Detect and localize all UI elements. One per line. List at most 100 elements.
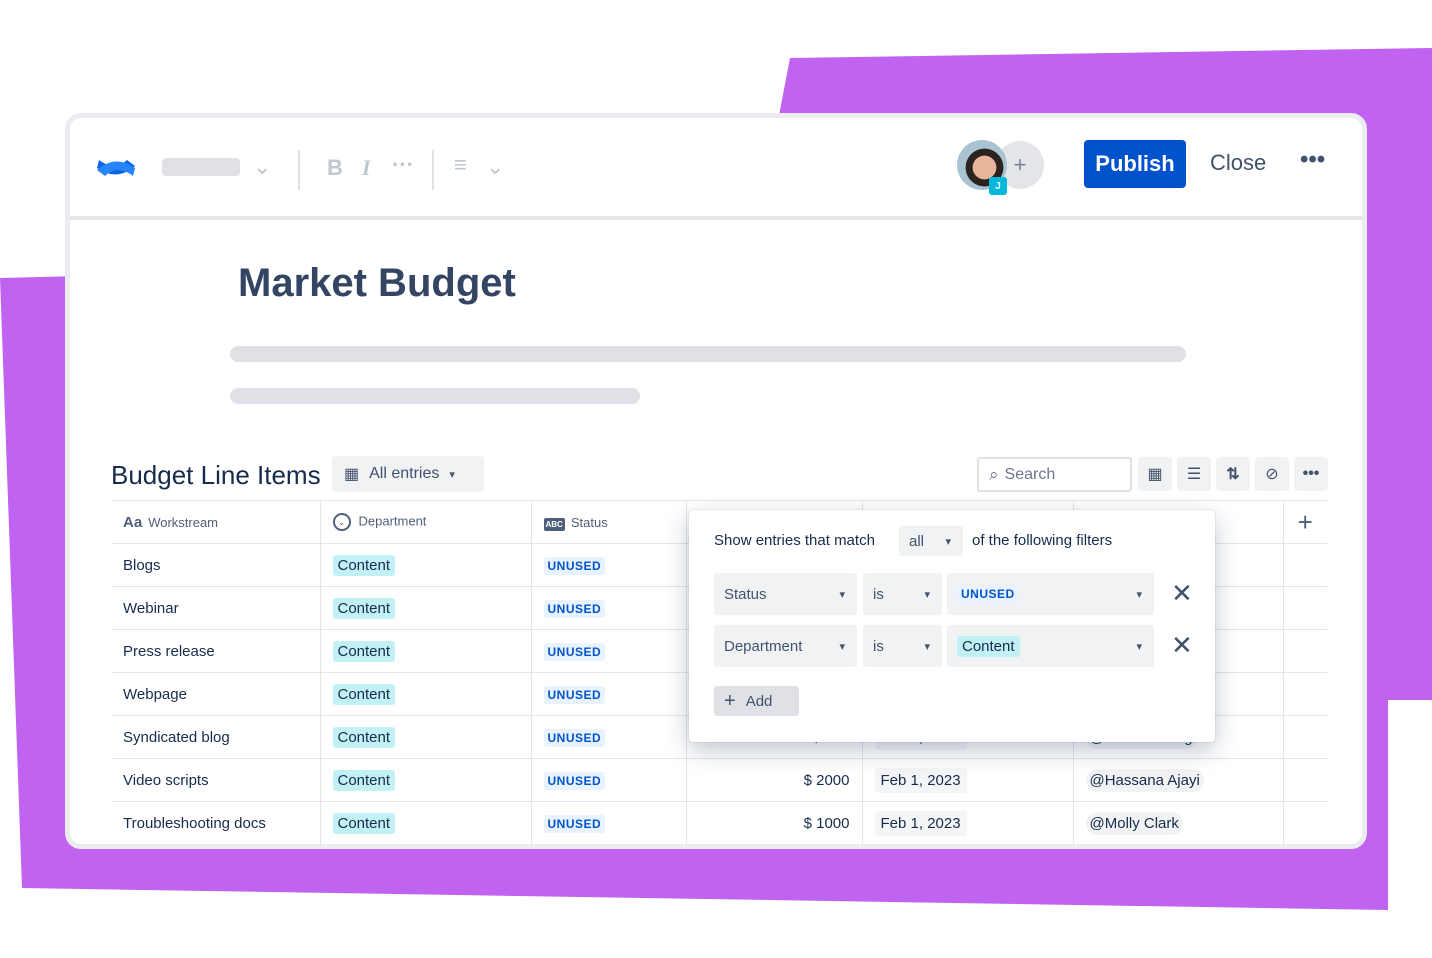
remove-filter-icon[interactable]: ✕ (1171, 630, 1193, 661)
budget-cell[interactable]: $ 1000 (685, 801, 863, 844)
department-cell[interactable]: Content (319, 801, 532, 844)
workstream-cell[interactable]: Syndicated blog (111, 715, 321, 759)
filter-suffix: of the following filters (972, 532, 1113, 549)
status-cell[interactable]: UNUSED (530, 672, 687, 716)
table-row[interactable]: Troubleshooting docs Content UNUSED $ 10… (111, 801, 1327, 844)
search-input[interactable]: ⌕ Search (977, 457, 1132, 492)
status-lozenge: UNUSED (543, 599, 606, 618)
table-icon: ▦ (344, 466, 360, 483)
chevron-down-icon[interactable]: ⌄ (486, 154, 504, 180)
filter-field-dropdown[interactable]: Department ▾ (714, 625, 857, 667)
status-cell[interactable]: UNUSED (530, 715, 687, 759)
department-lozenge: Content (332, 597, 396, 619)
more-formatting-icon[interactable]: ··· (392, 152, 414, 178)
italic-button[interactable]: I (362, 155, 371, 181)
status-cell[interactable]: UNUSED (530, 801, 687, 844)
match-dropdown[interactable]: all ▾ (899, 526, 963, 556)
status-lozenge: UNUSED (957, 585, 1019, 603)
chevron-down-icon: ▾ (839, 588, 845, 601)
status-cell[interactable]: UNUSED (530, 629, 687, 673)
status-cell[interactable]: UNUSED (530, 758, 687, 802)
chevron-down-icon: ▾ (924, 588, 930, 601)
add-column-button[interactable]: + (1282, 500, 1327, 544)
sort-icon[interactable]: ⇅ (1216, 457, 1250, 491)
empty-cell (1282, 586, 1327, 630)
department-cell[interactable]: Content (319, 715, 532, 759)
workstream-cell[interactable]: Press release (111, 629, 321, 673)
chevron-down-icon: ▾ (449, 468, 455, 481)
workstream-cell[interactable]: Webpage (111, 672, 321, 716)
close-button[interactable]: Close (1210, 150, 1266, 176)
empty-cell (1282, 629, 1327, 673)
add-filter-button[interactable]: + Add (714, 686, 799, 716)
workstream-cell[interactable]: Video scripts (111, 758, 321, 802)
confluence-logo-icon (97, 160, 135, 176)
text-style-dropdown[interactable] (162, 158, 240, 176)
budget-cell[interactable]: $ 2000 (685, 758, 863, 802)
department-cell[interactable]: Content (319, 758, 532, 802)
department-cell[interactable]: Content (319, 672, 532, 716)
date-cell[interactable]: Feb 1, 2023 (861, 758, 1074, 802)
editor-window: ⌄ B I ··· ≡ ⌄ + J Publish Close ••• Mark… (65, 113, 1367, 849)
column-department[interactable]: ⌄ Department (319, 500, 532, 544)
view-selector[interactable]: ▦ All entries ▾ (332, 456, 484, 492)
department-lozenge: Content (332, 683, 396, 705)
status-lozenge: UNUSED (543, 685, 606, 704)
filter-icon[interactable]: ☰ (1177, 457, 1211, 491)
text-type-icon: Aa (123, 513, 143, 531)
filter-prefix: Show entries that match (714, 532, 875, 549)
remove-filter-icon[interactable]: ✕ (1171, 578, 1193, 609)
owner-cell[interactable]: @Hassana Ajayi (1072, 758, 1284, 802)
select-type-icon: ⌄ (332, 513, 351, 531)
database-title: Budget Line Items (111, 460, 321, 490)
mention-chip: @Hassana Ajayi (1085, 768, 1204, 792)
filter-value-dropdown[interactable]: UNUSED ▾ (947, 573, 1154, 615)
status-cell[interactable]: UNUSED (530, 543, 687, 587)
publish-button[interactable]: Publish (1084, 140, 1186, 188)
workstream-cell[interactable]: Troubleshooting docs (111, 801, 321, 844)
chevron-down-icon: ▾ (839, 640, 845, 653)
plus-icon: + (724, 689, 736, 712)
filter-operator-dropdown[interactable]: is ▾ (863, 573, 942, 615)
date-cell[interactable]: Feb 1, 2023 (861, 801, 1074, 844)
search-icon: ⌕ (989, 464, 999, 484)
search-placeholder: Search (1004, 465, 1056, 483)
divider (432, 150, 434, 190)
department-lozenge: Content (332, 726, 396, 748)
department-lozenge: Content (957, 635, 1020, 657)
column-workstream[interactable]: Aa Workstream (111, 500, 321, 544)
department-cell[interactable]: Content (319, 543, 532, 587)
filter-value-dropdown[interactable]: Content ▾ (947, 625, 1154, 667)
table-row[interactable]: Video scripts Content UNUSED $ 2000 Feb … (111, 758, 1327, 802)
workstream-cell[interactable]: Blogs (111, 543, 321, 587)
mention-chip: @Molly Clark (1085, 811, 1183, 835)
chevron-down-icon[interactable]: ⌄ (253, 154, 271, 180)
filter-popover: Show entries that match all ▾ of the foll… (689, 510, 1215, 742)
text-placeholder (230, 388, 640, 404)
empty-cell (1282, 801, 1327, 844)
department-lozenge: Content (332, 554, 396, 576)
workstream-cell[interactable]: Webinar (111, 586, 321, 630)
department-lozenge: Content (332, 769, 396, 791)
column-status[interactable]: ABC Status (530, 500, 687, 544)
status-cell[interactable]: UNUSED (530, 586, 687, 630)
filter-field-dropdown[interactable]: Status ▾ (714, 573, 857, 615)
department-cell[interactable]: Content (319, 629, 532, 673)
status-type-icon: ABC (543, 517, 565, 531)
hide-fields-icon[interactable]: ⊘ (1255, 457, 1289, 491)
department-cell[interactable]: Content (319, 586, 532, 630)
status-lozenge: UNUSED (543, 728, 606, 747)
divider (298, 150, 300, 190)
bold-button[interactable]: B (327, 155, 343, 181)
align-icon[interactable]: ≡ (454, 152, 467, 178)
date-chip: Feb 1, 2023 (874, 767, 967, 793)
empty-cell (1282, 715, 1327, 759)
department-lozenge: Content (332, 640, 396, 662)
more-icon[interactable]: ••• (1294, 457, 1328, 491)
table-view-icon[interactable]: ▦ (1138, 457, 1172, 491)
chevron-down-icon: ▾ (1136, 588, 1142, 601)
owner-cell[interactable]: @Molly Clark (1072, 801, 1284, 844)
filter-operator-dropdown[interactable]: is ▾ (863, 625, 942, 667)
more-options-icon[interactable]: ••• (1300, 146, 1325, 174)
chevron-down-icon: ▾ (924, 640, 930, 653)
